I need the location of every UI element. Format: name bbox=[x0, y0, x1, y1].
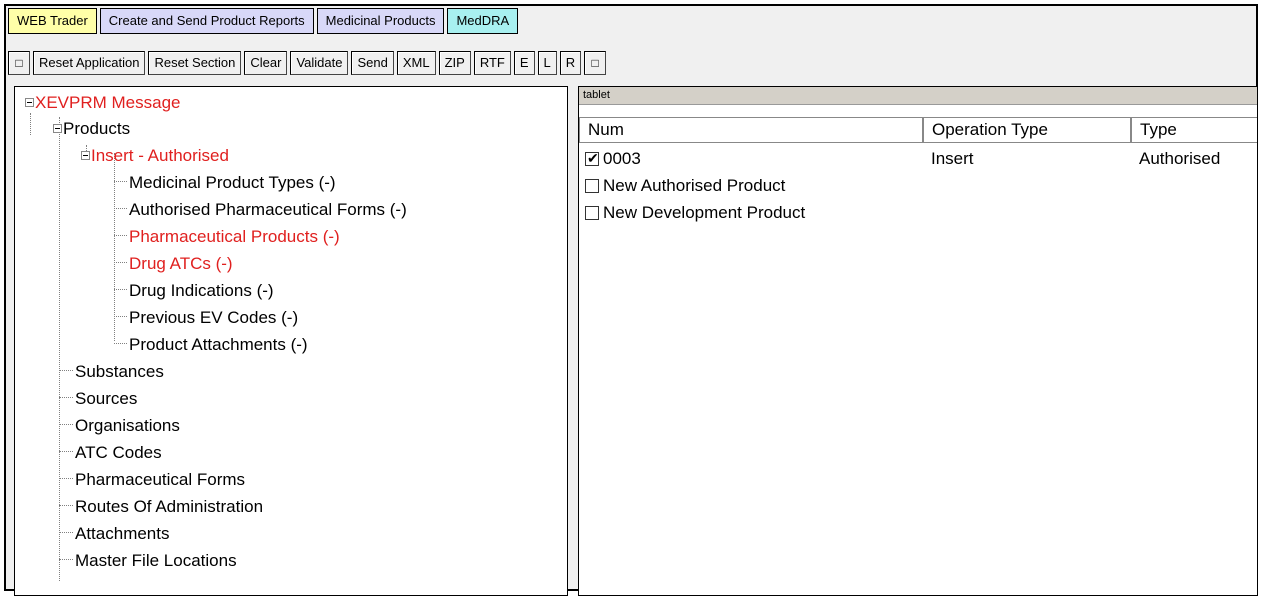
tree-connector bbox=[59, 478, 73, 479]
e-button[interactable]: E bbox=[513, 51, 535, 75]
tree-connector bbox=[59, 370, 73, 371]
tree-node-pharmaceutical-forms[interactable]: Pharmaceutical Forms bbox=[75, 468, 245, 492]
toolbar: □ Reset Application Reset Section Clear … bbox=[8, 50, 607, 76]
send-button[interactable]: Send bbox=[351, 51, 394, 75]
tree-node-organisations[interactable]: Organisations bbox=[75, 414, 180, 438]
tab-web-trader[interactable]: WEB Trader bbox=[8, 8, 97, 34]
row-num: 0003 bbox=[603, 149, 641, 168]
tree-connector bbox=[114, 181, 127, 182]
tree-node-product-attachments[interactable]: Product Attachments (-) bbox=[129, 333, 308, 357]
tree-node-medicinal-product-types[interactable]: Medicinal Product Types (-) bbox=[129, 171, 336, 195]
square-icon[interactable]: □ bbox=[8, 51, 30, 75]
tree-panel: XEVPRM Message Products Insert - Authori… bbox=[14, 86, 568, 596]
tree-node-substances[interactable]: Substances bbox=[75, 360, 164, 384]
reset-application-button[interactable]: Reset Application bbox=[33, 51, 146, 75]
row-checkbox[interactable]: ✔ bbox=[585, 150, 599, 166]
check-icon: ✔ bbox=[587, 150, 599, 166]
tree-node-previous-ev-codes[interactable]: Previous EV Codes (-) bbox=[129, 306, 298, 330]
row-operation-type: Insert bbox=[931, 149, 974, 168]
collapse-icon[interactable] bbox=[81, 151, 90, 160]
row-checkbox[interactable] bbox=[585, 206, 599, 220]
row-type: Authorised bbox=[1139, 149, 1221, 168]
tree-node-drug-indications[interactable]: Drug Indications (-) bbox=[129, 279, 274, 303]
l-button[interactable]: L bbox=[537, 51, 557, 75]
tree-connector bbox=[59, 424, 73, 425]
tab-medicinal-products[interactable]: Medicinal Products bbox=[316, 8, 445, 34]
zip-button[interactable]: ZIP bbox=[438, 51, 471, 75]
tree-connector bbox=[59, 451, 73, 452]
tree-connector bbox=[59, 117, 60, 581]
tree-connector bbox=[59, 505, 73, 506]
collapse-icon[interactable] bbox=[53, 124, 62, 133]
tree-node-attachments[interactable]: Attachments bbox=[75, 522, 170, 546]
r-button[interactable]: R bbox=[559, 51, 582, 75]
panel-title-bar: tablet bbox=[579, 87, 1257, 105]
tab-create-send-reports[interactable]: Create and Send Product Reports bbox=[99, 8, 314, 34]
tree-connector bbox=[114, 235, 127, 236]
rtf-button[interactable]: RTF bbox=[473, 51, 511, 75]
table-panel: tablet Num Operation Type Type ✔ 0003 Ins… bbox=[578, 86, 1258, 596]
square-icon[interactable]: □ bbox=[584, 51, 607, 75]
tree-connector bbox=[114, 343, 127, 344]
tree-root[interactable]: XEVPRM Message bbox=[25, 91, 181, 115]
tree-connector bbox=[59, 559, 73, 560]
clear-button[interactable]: Clear bbox=[244, 51, 288, 75]
row-num: New Authorised Product bbox=[603, 176, 786, 195]
app-window: WEB Trader Create and Send Product Repor… bbox=[4, 4, 1258, 596]
tree-node-drug-atcs[interactable]: Drug ATCs (-) bbox=[129, 252, 233, 276]
reset-section-button[interactable]: Reset Section bbox=[148, 51, 242, 75]
column-header-type[interactable]: Type bbox=[1131, 117, 1257, 143]
tree-node-master-file-locations[interactable]: Master File Locations bbox=[75, 549, 237, 573]
tree-connector bbox=[114, 316, 127, 317]
tree-connector bbox=[114, 208, 127, 209]
tree-root-label: XEVPRM Message bbox=[35, 93, 181, 112]
table-row[interactable]: New Development Product bbox=[585, 201, 805, 225]
table-header: Num Operation Type Type bbox=[579, 117, 1257, 143]
tree-connector bbox=[114, 289, 127, 290]
collapse-icon[interactable] bbox=[25, 98, 34, 107]
column-header-operation-type[interactable]: Operation Type bbox=[923, 117, 1131, 143]
table-row[interactable]: New Authorised Product bbox=[585, 174, 785, 198]
tree-node-insert-authorised[interactable]: Insert - Authorised bbox=[81, 144, 229, 168]
tab-meddra[interactable]: MedDRA bbox=[447, 8, 519, 34]
row-num: New Development Product bbox=[603, 203, 806, 222]
tree-connector bbox=[59, 532, 73, 533]
table-row[interactable]: ✔ 0003 Insert Authorised bbox=[585, 147, 1255, 171]
row-checkbox[interactable] bbox=[585, 179, 599, 193]
tree-node-authorised-pharma-forms[interactable]: Authorised Pharmaceutical Forms (-) bbox=[129, 198, 407, 222]
tab-row: WEB Trader Create and Send Product Repor… bbox=[8, 8, 519, 36]
tree-node-label: Insert - Authorised bbox=[91, 146, 229, 165]
tree-connector bbox=[114, 262, 127, 263]
tree-node-label: Products bbox=[63, 119, 131, 138]
tree-node-atc-codes[interactable]: ATC Codes bbox=[75, 441, 162, 465]
tree-node-pharmaceutical-products[interactable]: Pharmaceutical Products (-) bbox=[129, 225, 340, 249]
xml-button[interactable]: XML bbox=[396, 51, 436, 75]
tree-node-routes-of-administration[interactable]: Routes Of Administration bbox=[75, 495, 263, 519]
tree-node-sources[interactable]: Sources bbox=[75, 387, 137, 411]
validate-button[interactable]: Validate bbox=[290, 51, 349, 75]
tree-node-products[interactable]: Products bbox=[53, 117, 130, 141]
tree-connector bbox=[30, 113, 31, 135]
tree-connector bbox=[59, 397, 73, 398]
column-header-num[interactable]: Num bbox=[579, 117, 923, 143]
